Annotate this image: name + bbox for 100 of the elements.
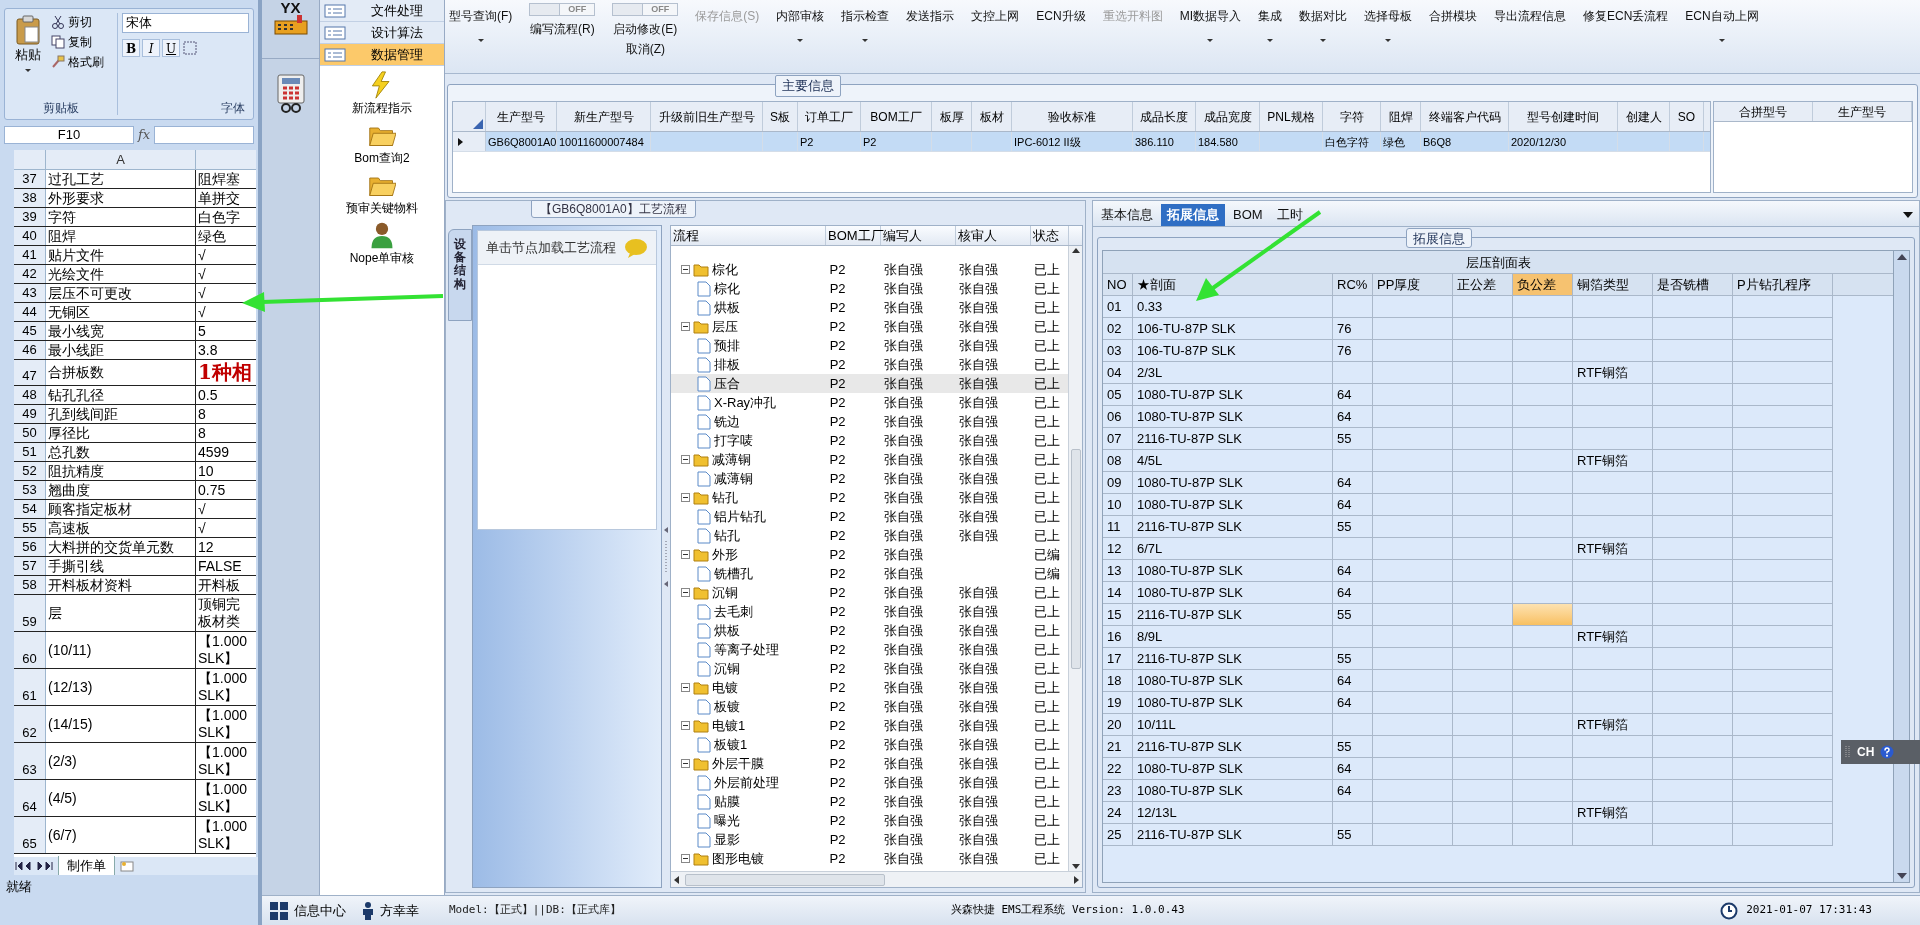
toolbar-button[interactable]: 导出流程信息	[1494, 3, 1566, 25]
column-header[interactable]: 是否铣槽	[1653, 274, 1733, 295]
shortcut-button[interactable]: 预审关键物料	[320, 166, 444, 216]
toolbar-button[interactable]: 合拼模块	[1429, 3, 1477, 25]
sheet-navigation-icon[interactable]	[14, 861, 54, 871]
collapse-icon[interactable]	[681, 721, 690, 730]
column-header[interactable]: 新生产型号	[557, 102, 651, 131]
collapse-icon[interactable]	[681, 265, 690, 274]
tree-row[interactable]: 显影 P2 张自强 张自强 已上	[671, 830, 1068, 849]
toolbar-button[interactable]: 型号查询(F)	[449, 3, 513, 42]
column-header[interactable]: 字符	[1323, 102, 1381, 131]
font-name-field[interactable]: 宋体	[122, 13, 249, 33]
table-row[interactable]: 18 1080-TU-87P SLK 64	[1103, 670, 1833, 692]
tree-row[interactable]: 铣边 P2 张自强 张自强 已上	[671, 412, 1068, 431]
tree-row[interactable]: 外层干膜 P2 张自强 张自强 已上	[671, 754, 1068, 773]
name-box[interactable]: F10	[4, 126, 134, 144]
tree-row[interactable]: 棕化 P2 张自强 张自强 已上	[671, 279, 1068, 298]
tree-row[interactable]: 等离子处理 P2 张自强 张自强 已上	[671, 640, 1068, 659]
tree-row[interactable]: 板镀 P2 张自强 张自强 已上	[671, 697, 1068, 716]
toolbar-button[interactable]: OFF 编写流程(R)	[529, 3, 596, 38]
column-header[interactable]: 终端客户代码	[1421, 102, 1509, 131]
dropdown-icon[interactable]	[1903, 212, 1913, 218]
tree-row[interactable]: 减薄铜 P2 张自强 张自强 已上	[671, 450, 1068, 469]
calculator-icon[interactable]	[274, 72, 307, 113]
table-row[interactable]: 22 1080-TU-87P SLK 64	[1103, 758, 1833, 780]
toolbar-button[interactable]: 指示检查	[841, 3, 890, 42]
collapse-icon[interactable]	[681, 588, 690, 597]
toolbar-button[interactable]: 数据对比	[1299, 3, 1347, 42]
tab[interactable]: 工时	[1270, 204, 1309, 226]
format-painter-button[interactable]: 格式刷	[51, 53, 104, 71]
table-row[interactable]: 05 1080-TU-87P SLK 64	[1103, 384, 1833, 406]
nav-item[interactable]: 数据管理	[320, 44, 444, 66]
tree-row[interactable]: 沉铜 P2 张自强 张自强 已上	[671, 583, 1068, 602]
column-header[interactable]: 流程	[671, 226, 826, 245]
toolbar-button[interactable]: 文控上网	[971, 3, 1020, 25]
tree-row[interactable]: 去毛刺 P2 张自强 张自强 已上	[671, 602, 1068, 621]
toolbar-button[interactable]: 发送指示	[906, 3, 955, 25]
toolbar-button[interactable]: MI数据导入	[1179, 3, 1241, 42]
column-header[interactable]: NO	[1103, 274, 1133, 295]
language-indicator[interactable]: CH	[1857, 743, 1875, 761]
shortcut-button[interactable]: Nope单审核	[320, 216, 444, 266]
table-row[interactable]: 06 1080-TU-87P SLK 64	[1103, 406, 1833, 428]
table-row[interactable]: 02 106-TU-87P SLK 76	[1103, 318, 1833, 340]
splitter-handle-icon[interactable]	[664, 526, 668, 587]
toolbar-button[interactable]: 修复ECN丢流程	[1583, 3, 1669, 25]
collapse-icon[interactable]	[681, 455, 690, 464]
table-row[interactable]: 13 1080-TU-87P SLK 64	[1103, 560, 1833, 582]
tab[interactable]: 基本信息	[1095, 204, 1159, 226]
toolbar-button[interactable]: ECN升级	[1036, 3, 1086, 25]
column-header[interactable]: PP厚度	[1373, 274, 1453, 295]
column-header[interactable]: 升级前旧生产型号	[651, 102, 763, 131]
tree-row[interactable]: X-Ray冲孔 P2 张自强 张自强 已上	[671, 393, 1068, 412]
tree-row[interactable]: 贴膜 P2 张自强 张自强 已上	[671, 792, 1068, 811]
table-row[interactable]: 07 2116-TU-87P SLK 55	[1103, 428, 1833, 450]
tree-row[interactable]: 沉铜 P2 张自强 张自强 已上	[671, 659, 1068, 678]
vertical-scrollbar[interactable]	[1068, 246, 1082, 871]
toolbar-button[interactable]: 集成	[1258, 3, 1282, 42]
column-header[interactable]: 订单工厂	[798, 102, 861, 131]
tree-row[interactable]: 排板 P2 张自强 张自强 已上	[671, 355, 1068, 374]
table-row[interactable]: 04 2/3L RTF铜箔	[1103, 362, 1833, 384]
toolbar-button[interactable]: 选择母板	[1364, 3, 1412, 42]
column-header[interactable]: 板材	[972, 102, 1012, 131]
vertical-scrollbar[interactable]	[1893, 251, 1909, 882]
function-label[interactable]: fx	[138, 125, 151, 145]
table-row[interactable]: 10 1080-TU-87P SLK 64	[1103, 494, 1833, 516]
format-button[interactable]: I	[142, 39, 160, 57]
tree-row[interactable]: 电镀 P2 张自强 张自强 已上	[671, 678, 1068, 697]
table-row[interactable]: 24 12/13L RTF铜箔	[1103, 802, 1833, 824]
column-header[interactable]: 型号创建时间	[1509, 102, 1618, 131]
paste-button[interactable]: 粘贴	[9, 13, 47, 99]
format-button[interactable]: B	[122, 39, 140, 57]
tree-row[interactable]: 板镀1 P2 张自强 张自强 已上	[671, 735, 1068, 754]
tree-row[interactable]: 电镀1 P2 张自强 张自强 已上	[671, 716, 1068, 735]
table-row[interactable]: 17 2116-TU-87P SLK 55	[1103, 648, 1833, 670]
tree-row[interactable]: 铝片钻孔 P2 张自强 张自强 已上	[671, 507, 1068, 526]
column-header[interactable]: P片钻孔程序	[1733, 274, 1833, 295]
copy-button[interactable]: 复制	[51, 33, 104, 51]
column-header[interactable]: BOM工厂	[861, 102, 932, 131]
column-header[interactable]: 负公差	[1513, 274, 1573, 295]
tree-row[interactable]: 钻孔 P2 张自强 张自强 已上	[671, 488, 1068, 507]
column-header[interactable]: 状态	[1031, 226, 1069, 245]
table-row[interactable]: 19 1080-TU-87P SLK 64	[1103, 692, 1833, 714]
horizontal-scrollbar[interactable]	[671, 871, 1082, 887]
column-header[interactable]: 合拼型号	[1714, 102, 1813, 121]
collapse-icon[interactable]	[681, 683, 690, 692]
column-header[interactable]: S板	[763, 102, 798, 131]
collapse-icon[interactable]	[681, 550, 690, 559]
collapse-icon[interactable]	[681, 322, 690, 331]
collapse-icon[interactable]	[681, 854, 690, 863]
column-header[interactable]: 验收标准	[1012, 102, 1133, 131]
tree-row[interactable]: 铣槽孔 P2 张自强 已编	[671, 564, 1068, 583]
cut-button[interactable]: 剪切	[51, 13, 104, 31]
info-center-button[interactable]: 信息中心	[270, 900, 346, 921]
table-row[interactable]: 16 8/9L RTF铜箔	[1103, 626, 1833, 648]
toolbar-button[interactable]: 内部审核	[776, 3, 825, 42]
column-header[interactable]: 阻焊	[1381, 102, 1421, 131]
format-button[interactable]: U	[162, 39, 180, 57]
column-header[interactable]: 核审人	[956, 226, 1031, 245]
toolbar-button[interactable]: OFF 启动修改(E) 取消(Z)	[612, 3, 679, 58]
table-row[interactable]: 09 1080-TU-87P SLK 64	[1103, 472, 1833, 494]
